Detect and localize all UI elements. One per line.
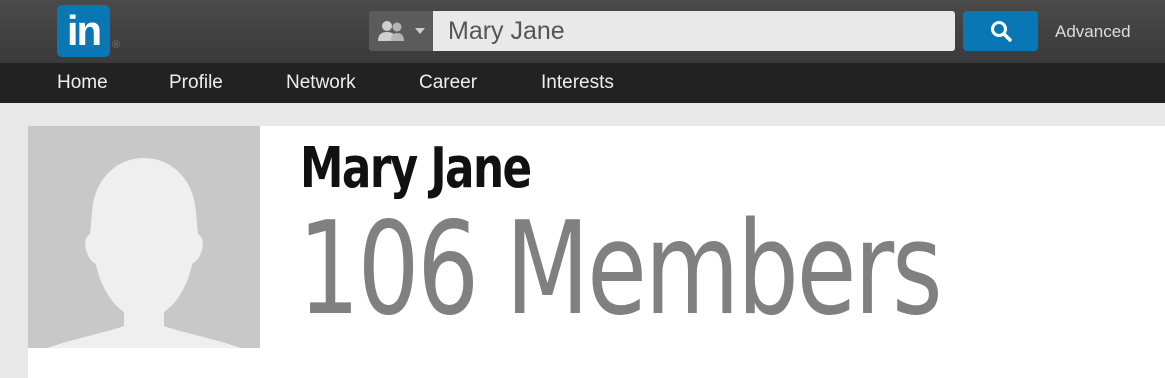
- nav-bar: Home Profile Network Career Interests: [0, 63, 1165, 103]
- search-button[interactable]: [963, 11, 1038, 51]
- person-silhouette-icon: [48, 158, 240, 348]
- nav-item-network[interactable]: Network: [286, 72, 356, 94]
- search-input[interactable]: Mary Jane: [433, 11, 955, 51]
- people-icon: [378, 21, 404, 41]
- people-filter-dropdown[interactable]: [369, 11, 433, 51]
- nav-item-home[interactable]: Home: [57, 72, 108, 94]
- chevron-down-icon: [415, 28, 425, 34]
- registered-mark: ®: [112, 39, 121, 51]
- avatar: [28, 126, 260, 348]
- nav-item-profile[interactable]: Profile: [169, 72, 223, 94]
- profile-name: Mary Jane: [300, 136, 532, 201]
- nav-item-interests[interactable]: Interests: [541, 72, 614, 94]
- advanced-search-link[interactable]: Advanced: [1055, 22, 1131, 42]
- avatar-footer: [28, 348, 260, 378]
- search-icon: [990, 21, 1012, 42]
- linkedin-logo[interactable]: in: [57, 5, 110, 57]
- nav-item-career[interactable]: Career: [419, 72, 477, 94]
- top-bar: in ® Mary Jane Advanced: [0, 0, 1165, 63]
- member-count: 106 Members: [298, 195, 943, 344]
